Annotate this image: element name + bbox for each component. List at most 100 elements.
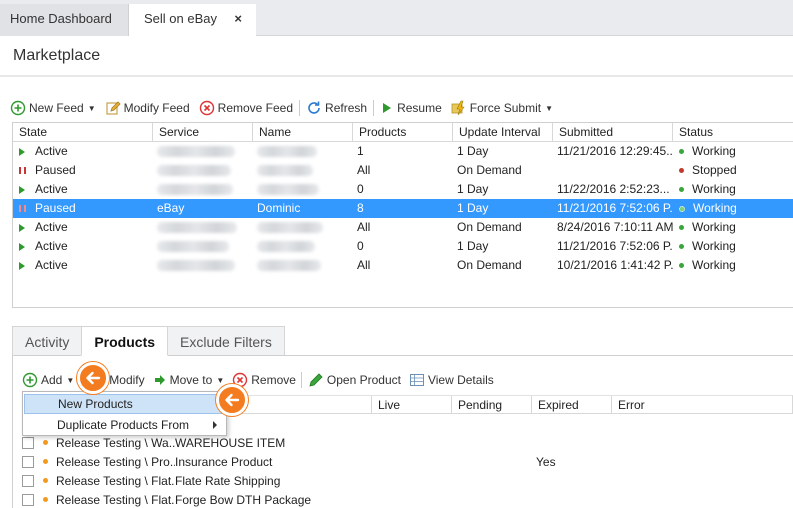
feed-row[interactable]: Paused All On Demand Stopped (13, 161, 793, 180)
column-header-expired[interactable]: Expired (532, 395, 612, 414)
feed-state: Active (35, 182, 68, 196)
modify-feed-button[interactable]: Modify Feed (105, 100, 190, 116)
menu-item-duplicate-products-from[interactable]: Duplicate Products From (24, 415, 225, 435)
column-header-products[interactable]: Products (353, 123, 453, 142)
redacted-service (157, 184, 233, 195)
feed-interval: 1 Day (457, 144, 489, 158)
add-circle-icon (10, 100, 26, 116)
callout-arrow-icon (77, 362, 109, 394)
feed-status: Working (693, 201, 737, 215)
column-header-update-interval[interactable]: Update Interval (453, 123, 553, 142)
status-dot-icon (679, 263, 684, 268)
feed-row[interactable]: Active 1 1 Day 11/21/2016 12:29:45... Wo… (13, 142, 793, 161)
redacted-name (257, 260, 321, 271)
refresh-button[interactable]: Refresh (306, 100, 367, 116)
redacted-name (257, 165, 313, 176)
row-checkbox[interactable] (22, 474, 34, 487)
modify-feed-label: Modify Feed (123, 101, 190, 115)
feed-interval: On Demand (457, 258, 522, 272)
divider (0, 75, 793, 77)
tab-exclude-filters[interactable]: Exclude Filters (167, 326, 285, 356)
feed-status: Working (692, 144, 736, 158)
feed-submitted: 11/21/2016 12:29:45... (557, 144, 673, 158)
feeds-grid: State Service Name Products Update Inter… (12, 122, 793, 308)
force-submit-button[interactable]: Force Submit ▼ (451, 100, 553, 116)
feed-row-selected[interactable]: Paused eBay Dominic 8 1 Day 11/21/2016 7… (13, 199, 793, 218)
remove-product-button[interactable]: Remove (232, 372, 296, 388)
tab-products[interactable]: Products (81, 326, 169, 356)
status-dot-icon (679, 187, 684, 192)
feed-status: Stopped (692, 163, 737, 177)
add-product-button[interactable]: Add ▼ (22, 372, 74, 388)
feeds-grid-header: State Service Name Products Update Inter… (13, 123, 793, 142)
feed-submitted: 11/21/2016 7:52:06 P... (557, 239, 673, 253)
column-header-state[interactable]: State (13, 123, 153, 142)
tab-activity[interactable]: Activity (12, 326, 83, 356)
column-header-status[interactable]: Status (673, 123, 793, 142)
lightning-icon (451, 100, 465, 116)
product-title: WAREHOUSE ITEM (175, 435, 286, 450)
feed-state: Paused (35, 163, 76, 177)
row-checkbox[interactable] (22, 493, 34, 506)
column-header-pending[interactable]: Pending (452, 395, 532, 414)
open-product-button[interactable]: Open Product (308, 372, 401, 388)
feed-state: Active (35, 144, 68, 158)
status-dot-icon (43, 497, 48, 502)
products-grid-header: Live Pending Expired Error (226, 395, 793, 414)
callout-arrow-icon (216, 384, 248, 416)
submenu-arrow-icon (213, 421, 217, 429)
product-row[interactable]: Release Testing \ Flat... Forge Bow DTH … (22, 490, 375, 508)
product-path: Release Testing \ Flat... (56, 473, 175, 488)
feed-name: Dominic (257, 201, 301, 215)
feed-toolbar: New Feed ▼ Modify Feed Remove Feed Refres… (10, 98, 562, 118)
tab-home-dashboard[interactable]: Home Dashboard (0, 4, 129, 36)
close-icon[interactable]: × (234, 4, 242, 34)
redacted-service (157, 241, 229, 252)
menu-item-new-products[interactable]: New Products (24, 394, 225, 414)
details-grid-icon (409, 374, 424, 386)
redacted-service (157, 146, 235, 157)
edit-icon (106, 101, 121, 115)
status-dot-icon (679, 205, 685, 212)
pause-icon (19, 167, 26, 174)
feed-products: 1 (357, 144, 364, 158)
menu-item-duplicate-label: Duplicate Products From (57, 418, 190, 432)
arrow-right-icon (154, 375, 165, 385)
new-feed-button[interactable]: New Feed ▼ (10, 100, 96, 116)
play-icon (19, 185, 25, 194)
new-feed-label: New Feed (29, 101, 84, 115)
product-row[interactable]: Release Testing \ Pro... Insurance Produ… (22, 452, 582, 471)
resume-button[interactable]: Resume (380, 100, 442, 116)
remove-feed-button[interactable]: Remove Feed (199, 100, 293, 116)
status-dot-icon (679, 168, 684, 173)
tab-sell-on-ebay[interactable]: Sell on eBay × (129, 4, 256, 37)
feed-row[interactable]: Active All On Demand 8/24/2016 7:10:11 A… (13, 218, 793, 237)
column-header-submitted[interactable]: Submitted (553, 123, 673, 142)
redacted-name (257, 146, 317, 157)
feed-submitted: 11/21/2016 7:52:06 P... (557, 201, 673, 215)
redacted-service (157, 222, 237, 233)
toolbar-separator (300, 372, 302, 388)
column-header-error[interactable]: Error (612, 395, 793, 414)
feed-products: 8 (357, 201, 364, 215)
move-to-button[interactable]: Move to ▼ (153, 372, 224, 388)
feed-state: Active (35, 239, 68, 253)
feed-row[interactable]: Active All On Demand 10/21/2016 1:41:42 … (13, 256, 793, 275)
product-title: Insurance Product (175, 454, 273, 469)
product-row[interactable]: Release Testing \ Flat... Flate Rate Shi… (22, 471, 375, 490)
view-details-label: View Details (427, 373, 494, 387)
column-header-name[interactable]: Name (253, 123, 353, 142)
column-header-live[interactable]: Live (372, 395, 452, 414)
redacted-name (257, 222, 323, 233)
feed-row[interactable]: Active 0 1 Day 11/21/2016 7:52:06 P... W… (13, 237, 793, 256)
force-submit-label: Force Submit (469, 101, 542, 115)
remove-feed-label: Remove Feed (217, 101, 294, 115)
row-checkbox[interactable] (22, 436, 34, 449)
feed-submitted: 8/24/2016 7:10:11 AM (557, 220, 673, 234)
row-checkbox[interactable] (22, 455, 34, 468)
remove-circle-icon (199, 100, 214, 116)
feed-row[interactable]: Active 0 1 Day 11/22/2016 2:52:23... Wor… (13, 180, 793, 199)
view-details-button[interactable]: View Details (409, 372, 494, 388)
column-header-service[interactable]: Service (153, 123, 253, 142)
play-icon (383, 103, 392, 113)
